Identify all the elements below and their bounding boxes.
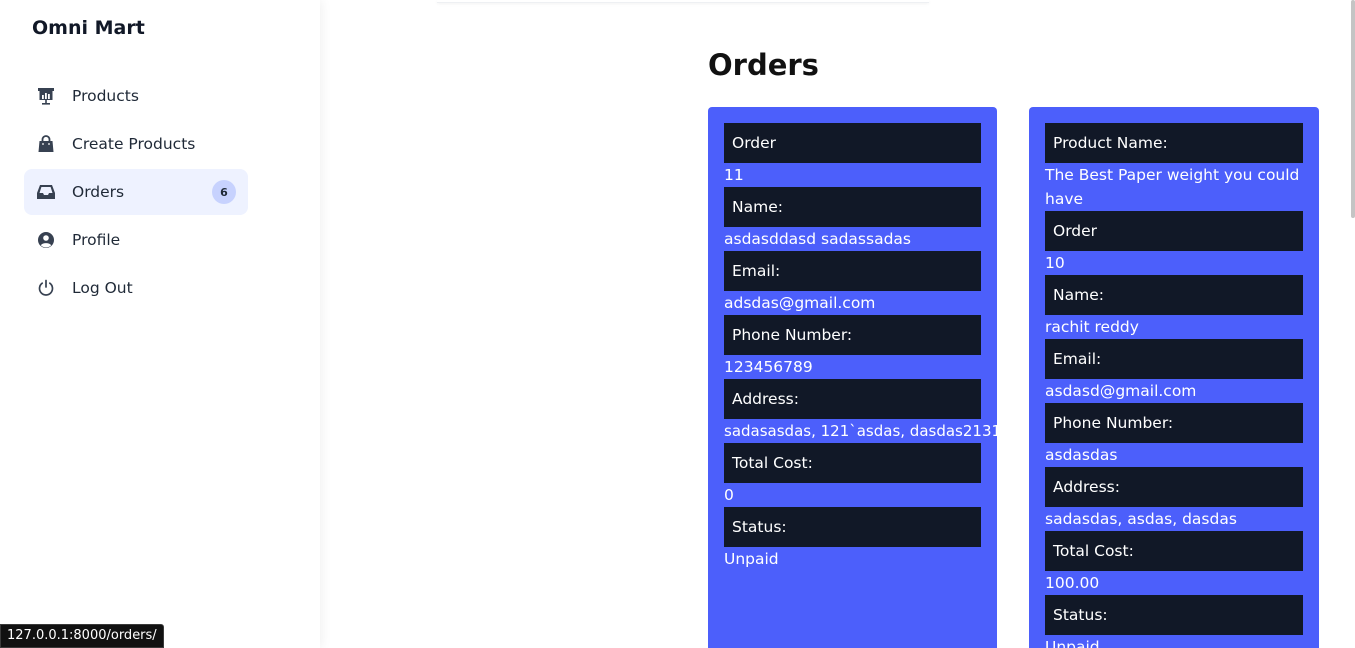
status-value: Unpaid [1045,638,1100,648]
phone-value: asdasdas [1045,446,1118,464]
phone-label: Phone Number: [724,315,981,355]
page-scrollbar[interactable] [1351,0,1355,218]
link-status-url: 127.0.0.1:8000/orders/ [0,624,164,648]
page-title: Orders [708,48,819,82]
sidebar-item-log-out[interactable]: Log Out [24,265,248,311]
total-cost-value: 100.00 [1045,574,1100,592]
sidebar-item-profile[interactable]: Profile [24,217,248,263]
order-label: Order [1045,211,1303,251]
order-card: Order 11 Name: asdasddasd sadassadas Ema… [708,107,1011,648]
email-value: asdasd@gmail.com [1045,382,1197,400]
status-label: Status: [1045,595,1303,635]
sidebar-item-label: Log Out [72,279,133,297]
order-label: Order [724,123,981,163]
order-card: Product Name: The Best Paper weight you … [1029,107,1319,648]
product-name-label: Product Name: [1045,123,1303,163]
total-cost-label: Total Cost: [1045,531,1303,571]
sidebar-item-label: Create Products [72,135,196,153]
sidebar-item-label: Orders [72,183,125,201]
address-value: sadasdas, asdas, dasdas [1045,510,1237,528]
total-cost-value: 0 [724,486,734,504]
sidebar-item-label: Products [72,87,139,105]
status-value: Unpaid [724,550,779,568]
address-value: sadasasdas, 121`asdas, dasdas21312 [724,422,1011,440]
sidebar-item-products[interactable]: Products [24,73,248,119]
address-label: Address: [724,379,981,419]
user-circle-icon [36,230,56,250]
email-label: Email: [1045,339,1303,379]
brand-logo-text[interactable]: Omni Mart [32,17,145,39]
order-value: 11 [724,166,744,184]
name-value: rachit reddy [1045,318,1139,336]
status-label: Status: [724,507,981,547]
shopping-bag-icon [36,134,56,154]
name-value: asdasddasd sadassadas [724,230,911,248]
email-value: adsdas@gmail.com [724,294,876,312]
power-icon [36,278,56,298]
product-name-value: The Best Paper weight you could have [1045,166,1300,208]
sidebar-item-label: Profile [72,231,121,249]
sidebar: Omni Mart Products Create Products Order… [0,0,320,648]
address-label: Address: [1045,467,1303,507]
name-label: Name: [724,187,981,227]
phone-label: Phone Number: [1045,403,1303,443]
sidebar-nav: Products Create Products Orders 6 Profil… [24,73,248,313]
app-window: Omni Mart Products Create Products Order… [0,0,1355,648]
orders-count-badge: 6 [212,180,236,204]
sidebar-item-create-products[interactable]: Create Products [24,121,248,167]
sidebar-item-orders[interactable]: Orders 6 [24,169,248,215]
inbox-icon [36,182,56,202]
name-label: Name: [1045,275,1303,315]
chart-board-icon [36,86,56,106]
order-value: 10 [1045,254,1065,272]
total-cost-label: Total Cost: [724,443,981,483]
phone-value: 123456789 [724,358,813,376]
top-divider [437,0,929,3]
email-label: Email: [724,251,981,291]
